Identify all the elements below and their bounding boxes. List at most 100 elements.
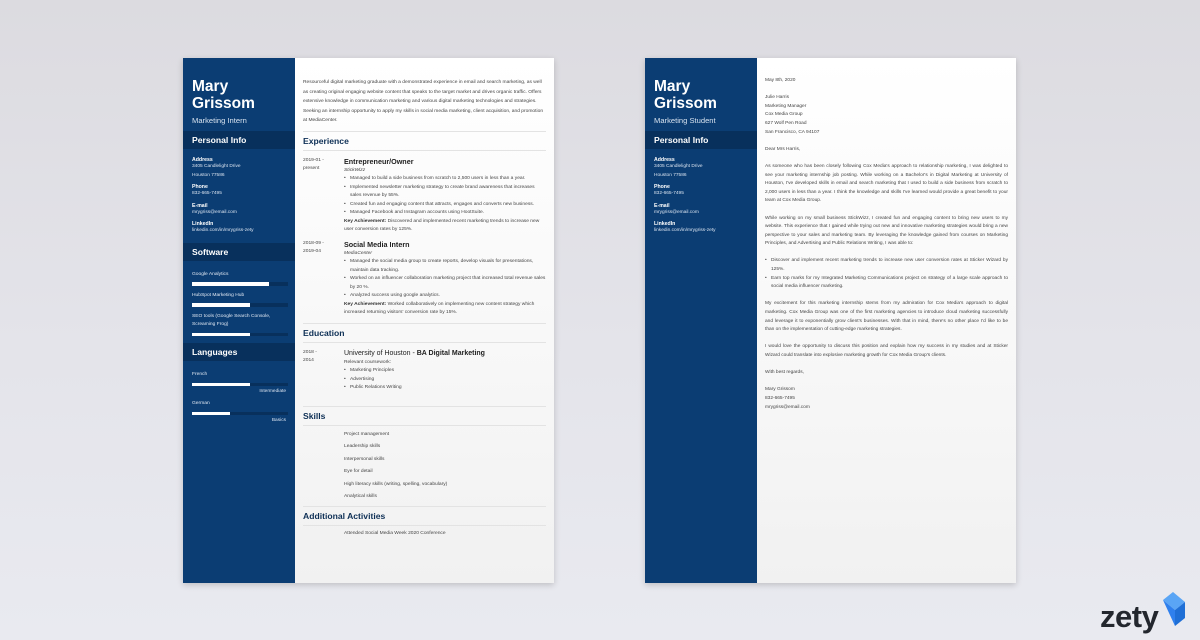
experience-dates: 2019-01 - present — [303, 157, 344, 235]
responsibility-item: Analyzed success using google analytics. — [344, 292, 546, 301]
key-achievement-label: Key Achievement: — [344, 301, 387, 307]
responsibility-item: Implemented newsletter marketing strateg… — [344, 184, 546, 201]
experience-body: Social Media Intern MediaCenter Managed … — [344, 240, 546, 318]
signature-phone: 832-665-7495 — [765, 395, 795, 401]
skill-item: Eye for detail — [344, 469, 373, 475]
achievement-item: Earn top marks for my Integrated Marketi… — [765, 275, 1008, 292]
skill-level-fill — [192, 282, 269, 286]
language-item: French Intermediate — [192, 371, 288, 394]
skill-item: High literacy skills (writing, spelling,… — [344, 481, 448, 487]
address-line2: Houston 77586 — [192, 172, 225, 178]
personal-info: Address 3405 Candlelight Drive Houston 7… — [183, 149, 295, 236]
skill-item: Leadership skills — [344, 444, 381, 450]
achievement-item: Discover and implement recent marketing … — [765, 257, 1008, 274]
software-name: SEO tools (Google Search Console, Scream… — [192, 313, 271, 328]
cover-letter-document: Mary Grissom Marketing Student Personal … — [645, 58, 1016, 583]
last-name: Grissom — [654, 95, 717, 112]
course-item: Marketing Principles — [344, 367, 546, 376]
responsibility-item: Worked on an influencer collaboration ma… — [344, 275, 546, 292]
skill-item: Analytical skills — [344, 494, 377, 499]
resume-summary: Resourceful digital marketing graduate w… — [303, 80, 544, 124]
experience-dates: 2018-09 - 2019-04 — [303, 240, 344, 318]
course-item: Public Relations Writing — [344, 384, 546, 393]
phone-value: 832-665-7495 — [654, 191, 684, 196]
date-end: 2014 — [303, 358, 314, 364]
activities-heading: Additional Activities — [303, 506, 546, 527]
skill-item: Interpersonal skills — [344, 456, 385, 462]
responsibility-item: Managed Facebook and Instagram accounts … — [344, 209, 546, 218]
responsibility-item: Managed to build a side business from sc… — [344, 175, 546, 184]
experience-heading: Experience — [303, 130, 546, 151]
activity-item: Attended Social Media Week 2020 Conferen… — [344, 531, 446, 537]
language-level-fill — [192, 382, 250, 386]
address-line1: 3405 Candlelight Drive — [654, 164, 703, 169]
experience-body: Entrepreneur/Owner StickWizz Managed to … — [344, 157, 546, 235]
language-level-bar — [192, 411, 288, 415]
resume-document: Mary Grissom Marketing Intern Personal I… — [183, 58, 554, 583]
language-level-fill — [192, 411, 231, 415]
language-level-bar — [192, 382, 288, 386]
recipient-block: Julie Harris Marketing Manager Cox Media… — [765, 94, 1008, 137]
paragraph-3: My excitement for this marketing interns… — [765, 301, 1008, 333]
resume-sidebar: Mary Grissom Marketing Intern Personal I… — [183, 58, 295, 583]
signature-name: Mary Grissom — [765, 387, 795, 393]
linkedin-value: linkedin.com/in/mrygriss-zety — [192, 228, 254, 233]
responsibility-item: Managed the social media group to create… — [344, 258, 546, 275]
date-start: 2018-09 - — [303, 240, 324, 246]
job-title: Social Media Intern — [344, 239, 410, 249]
responsibilities-list: Managed to build a side business from sc… — [344, 175, 546, 218]
software-item: Google Analytics — [192, 271, 288, 286]
signature-email: mrygriss@email.com — [765, 404, 810, 410]
resume-name: Mary Grissom — [183, 58, 295, 112]
zety-logo-text: zety — [1100, 599, 1159, 634]
first-name: Mary — [654, 78, 691, 95]
language-name: French — [192, 372, 208, 377]
personal-info: Address 3405 Candlelight Drive Houston 7… — [645, 149, 757, 236]
paragraph-1: As someone who has been closely followin… — [765, 163, 1008, 204]
letter-body: May 8th, 2020 Julie Harris Marketing Man… — [757, 58, 1016, 583]
letter-date: May 8th, 2020 — [765, 78, 796, 83]
recipient-city: San Francisco, CA 94107 — [765, 129, 820, 135]
resume-job-title: Marketing Intern — [192, 116, 247, 125]
email-value: mrygriss@email.com — [654, 209, 699, 215]
salutation: Dear Mrs Harris, — [765, 146, 801, 152]
personal-info-heading: Personal Info — [183, 131, 295, 149]
course-item: Advertising — [344, 376, 546, 385]
letter-sidebar: Mary Grissom Marketing Student Personal … — [645, 58, 757, 583]
first-name: Mary — [192, 78, 229, 95]
linkedin-value: linkedin.com/in/mrygriss-zety — [654, 228, 716, 233]
software-name: HubSpot Marketing Hub — [192, 292, 245, 298]
company-name: MediaCenter — [344, 250, 372, 256]
signature-block: Mary Grissom 832-665-7495 mrygriss@email… — [765, 386, 1008, 412]
software-heading: Software — [183, 242, 295, 261]
languages-heading: Languages — [183, 343, 295, 361]
languages-list: French Intermediate German Basics — [183, 361, 295, 423]
language-level-label: Basics — [271, 418, 286, 423]
personal-info-heading: Personal Info — [645, 131, 757, 149]
activities-list: Attended Social Media Week 2020 Conferen… — [303, 531, 546, 536]
coursework-list: Marketing Principles Advertising Public … — [344, 367, 546, 393]
education-heading: Education — [303, 322, 546, 343]
skills-list: Project management Leadership skills Int… — [303, 429, 546, 503]
company-name: StickWizz — [344, 167, 366, 173]
address-line1: 3405 Candlelight Drive — [192, 164, 241, 169]
education-body: University of Houston - BA Digital Marke… — [344, 349, 546, 393]
job-title: Entrepreneur/Owner — [344, 156, 414, 166]
email-value: mrygriss@email.com — [192, 209, 237, 215]
date-start: 2018 - — [303, 349, 317, 355]
phone-value: 832-665-7495 — [192, 191, 222, 196]
paragraph-2: While working on my small business Stick… — [765, 215, 1008, 247]
software-item: SEO tools (Google Search Console, Scream… — [192, 313, 288, 336]
last-name: Grissom — [192, 95, 255, 112]
paragraph-4: I would love the opportunity to discuss … — [765, 344, 1008, 358]
recipient-title: Marketing Manager — [765, 103, 807, 109]
language-name: German — [192, 401, 210, 406]
education-dates: 2018 - 2014 — [303, 349, 344, 393]
responsibility-item: Created fun and engaging content that at… — [344, 201, 546, 210]
coursework-label: Relevant coursework: — [344, 359, 392, 365]
language-level-label: Intermediate — [259, 389, 286, 394]
address-line2: Houston 77586 — [654, 172, 687, 178]
software-list: Google Analytics HubSpot Marketing Hub S… — [183, 261, 295, 336]
degree-name: BA Digital Marketing — [416, 349, 485, 357]
school-name: University of Houston - — [344, 349, 417, 357]
